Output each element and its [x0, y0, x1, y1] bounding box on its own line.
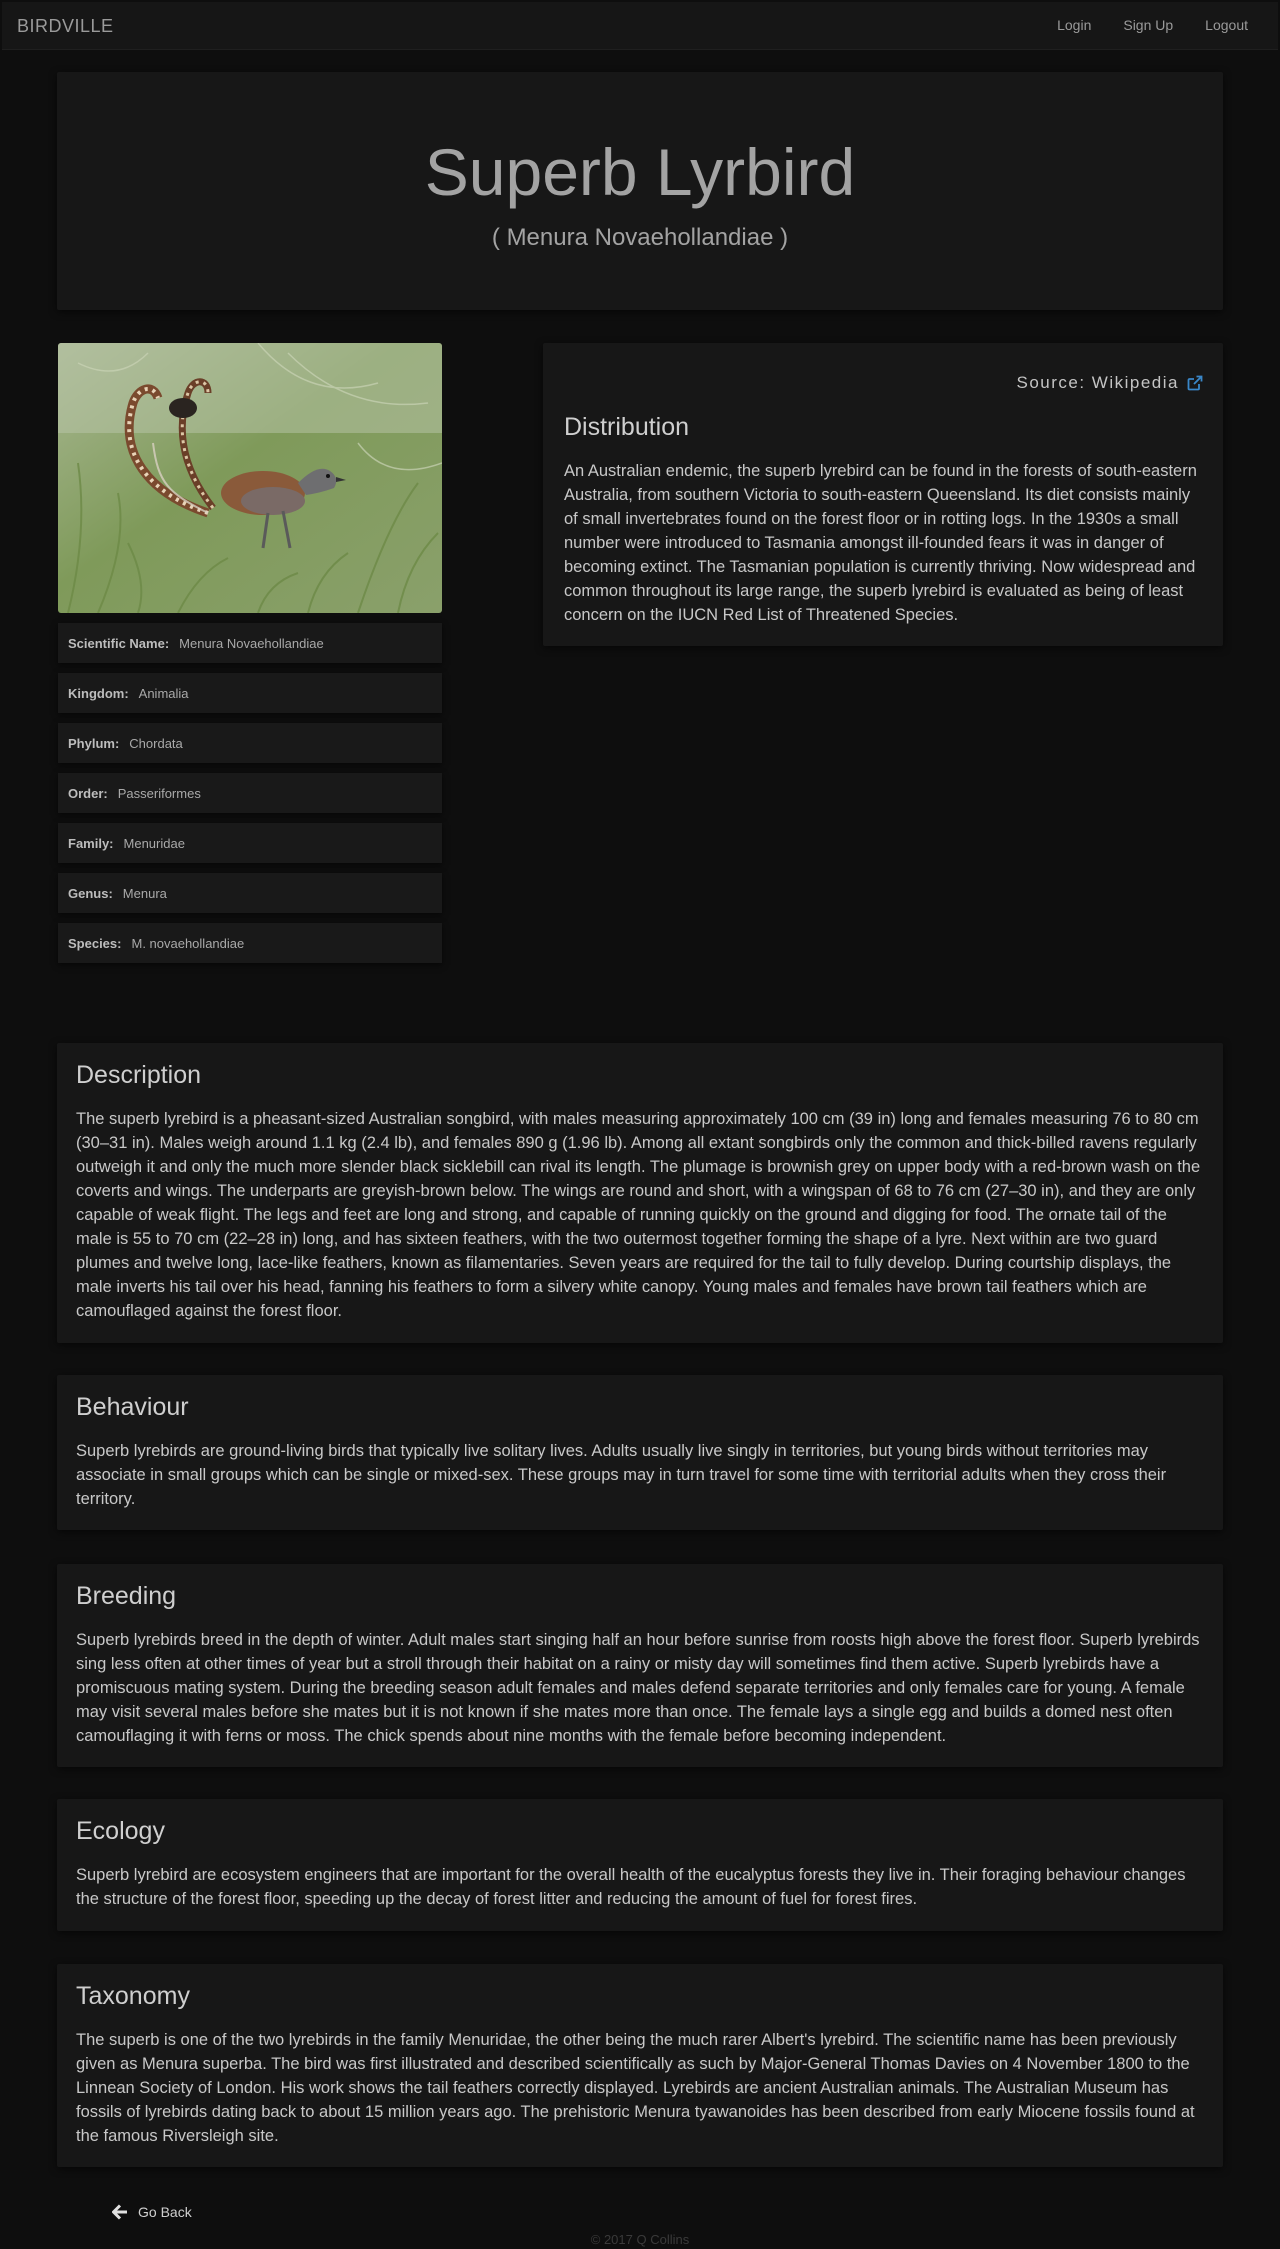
go-back-label[interactable]: Go Back [138, 2204, 192, 2220]
breeding-heading: Breeding [76, 1582, 177, 1610]
source-link[interactable]: Source: Wikipedia [1016, 373, 1203, 393]
scientific-name-value: Menura Novaehollandiae [179, 635, 324, 651]
genus-item: Genus: Menura [58, 873, 442, 913]
genus-label: Genus: [68, 885, 113, 901]
species-value: M. novaehollandiae [131, 935, 245, 951]
navbar: BIRDVILLE Login Sign Up Logout [2, 2, 1278, 50]
distribution-heading: Distribution [564, 413, 690, 441]
behaviour-heading: Behaviour [76, 1393, 189, 1421]
ecology-heading: Ecology [76, 1817, 165, 1845]
taxonomy-text: The superb is one of the two lyrebirds i… [76, 2031, 1195, 2145]
phylum-label: Phylum: [68, 735, 120, 751]
arrow-left-icon[interactable] [112, 2204, 128, 2220]
brand-logo[interactable]: BIRDVILLE [17, 16, 114, 37]
go-back-button[interactable]: Go Back [112, 2204, 192, 2220]
description-heading: Description [76, 1061, 202, 1089]
logout-link[interactable]: Logout [1205, 17, 1248, 33]
distribution-text: An Australian endemic, the superb lyrebi… [564, 462, 1197, 624]
external-link-icon[interactable] [1187, 375, 1203, 391]
page-title: Superb Lyrbird [424, 135, 856, 209]
order-value: Passeriformes [117, 785, 201, 801]
kingdom-value: Animalia [138, 685, 189, 701]
distribution-panel: Source: Wikipedia Distribution An Austra… [543, 343, 1223, 646]
family-label: Family: [68, 835, 114, 851]
page-subtitle: ( Menura Novaehollandiae ) [491, 224, 789, 251]
genus-value: Menura [122, 885, 167, 901]
family-item: Family: Menuridae [58, 823, 442, 863]
footer-copyright: © 2017 Q Collins [590, 2232, 690, 2247]
order-item: Order: Passeriformes [58, 773, 442, 813]
taxonomy-panel: Taxonomy The superb is one of the two ly… [57, 1964, 1223, 2167]
scientific-name-label: Scientific Name: [68, 635, 170, 651]
scientific-name-item: Scientific Name: Menura Novaehollandiae [58, 623, 442, 663]
hero-panel: Superb Lyrbird ( Menura Novaehollandiae … [57, 72, 1223, 310]
ecology-panel: Ecology Superb lyrebird are ecosystem en… [57, 1799, 1223, 1931]
bird-photo [58, 343, 442, 613]
login-link[interactable]: Login [1057, 17, 1091, 33]
kingdom-label: Kingdom: [68, 685, 129, 701]
nav-links: Login Sign Up Logout [1025, 17, 1248, 33]
source-label[interactable]: Source: Wikipedia [1016, 373, 1179, 393]
order-label: Order: [68, 785, 108, 801]
phylum-item: Phylum: Chordata [58, 723, 442, 763]
signup-link[interactable]: Sign Up [1123, 17, 1173, 33]
behaviour-text: Superb lyrebirds are ground-living birds… [76, 1442, 1167, 1508]
kingdom-item: Kingdom: Animalia [58, 673, 442, 713]
family-value: Menuridae [123, 835, 185, 851]
breeding-text: Superb lyrebirds breed in the depth of w… [76, 1631, 1200, 1745]
description-panel: Description The superb lyrebird is a phe… [57, 1043, 1223, 1343]
species-label: Species: [68, 935, 122, 951]
description-text: The superb lyrebird is a pheasant-sized … [76, 1110, 1201, 1320]
ecology-text: Superb lyrebird are ecosystem engineers … [76, 1866, 1186, 1908]
phylum-value: Chordata [129, 735, 183, 751]
taxonomy-heading: Taxonomy [76, 1982, 190, 2010]
breeding-panel: Breeding Superb lyrebirds breed in the d… [57, 1564, 1223, 1767]
behaviour-panel: Behaviour Superb lyrebirds are ground-li… [57, 1375, 1223, 1530]
species-item: Species: M. novaehollandiae [58, 923, 442, 963]
